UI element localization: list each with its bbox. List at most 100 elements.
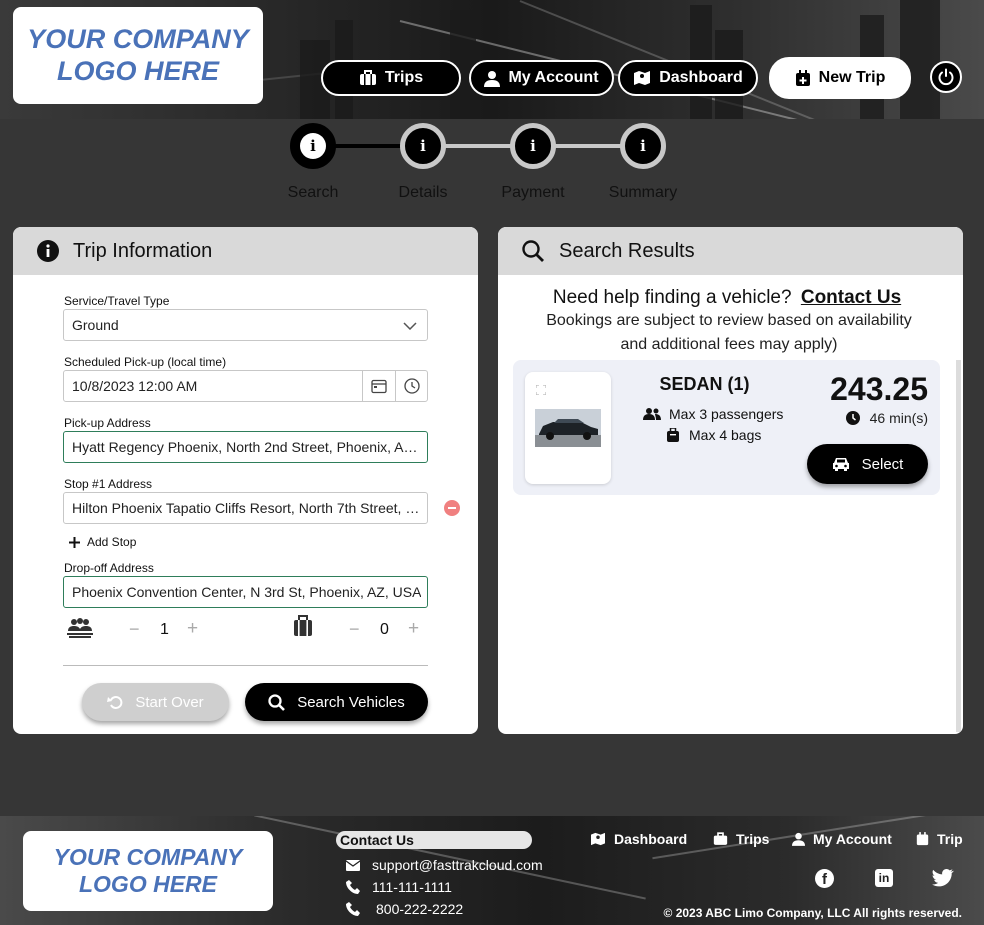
footer-email[interactable]: support@fasttrakcloud.com	[346, 857, 543, 873]
step-label-payment: Payment	[501, 184, 565, 201]
sedan-car-image	[535, 409, 601, 447]
vehicle-card[interactable]: SEDAN (1) Max 3 passengers Max 4 bags 24…	[513, 360, 940, 495]
plus-icon	[69, 536, 80, 548]
step-summary[interactable]: i	[620, 123, 666, 169]
new-trip-label: New Trip	[818, 69, 886, 86]
car-icon	[832, 458, 849, 471]
stop-address-input[interactable]: Hilton Phoenix Tapatio Cliffs Resort, No…	[63, 492, 428, 524]
step-search[interactable]: i	[290, 123, 336, 169]
pickup-time-input[interactable]: 10/8/2023 12:00 AM	[63, 370, 428, 402]
pickup-address-value: Hyatt Regency Phoenix, North 2nd Street,…	[72, 439, 421, 455]
footer-link-trips[interactable]: Trips	[713, 831, 769, 847]
step-label-details: Details	[398, 184, 448, 201]
user-icon	[484, 70, 501, 87]
date-picker-button[interactable]	[362, 371, 395, 401]
add-stop-button[interactable]: Add Stop	[69, 535, 136, 549]
step-label-search: Search	[287, 184, 339, 201]
luggage-count: 0	[380, 621, 389, 638]
chevron-down-icon	[403, 322, 417, 330]
dropoff-address-value: Phoenix Convention Center, N 3rd St, Pho…	[72, 584, 422, 600]
search-vehicles-button[interactable]: Search Vehicles	[245, 683, 428, 721]
expand-icon[interactable]	[536, 385, 546, 395]
footer-link-trips-label: Trips	[736, 831, 770, 847]
footer-link-trip[interactable]: Trip	[916, 831, 963, 847]
help-text-line: Need help finding a vehicle? Contact Us	[498, 287, 956, 309]
remove-stop-button[interactable]	[444, 500, 460, 516]
info-circle-icon	[37, 240, 59, 262]
pickup-address-label: Pick-up Address	[64, 416, 151, 430]
select-vehicle-label: Select	[861, 455, 904, 473]
clock-icon	[403, 378, 420, 394]
footer-link-my-account[interactable]: My Account	[792, 831, 892, 847]
briefcase-icon	[713, 832, 728, 845]
linkedin-icon[interactable]: in	[875, 869, 893, 887]
step-label-summary: Summary	[608, 184, 678, 201]
suitcase-icon	[667, 428, 679, 442]
pickup-address-input[interactable]: Hyatt Regency Phoenix, North 2nd Street,…	[63, 431, 428, 463]
help-text: Need help finding a vehicle?	[552, 287, 792, 308]
nav-trips-button[interactable]: Trips	[321, 60, 461, 96]
luggage-increment[interactable]: +	[408, 618, 419, 640]
footer-phone-2[interactable]: 800-222-2222	[346, 901, 463, 917]
step-details[interactable]: i	[400, 123, 446, 169]
info-icon: i	[410, 133, 436, 159]
footer-copyright: © 2023 ABC Limo Company, LLC All rights …	[663, 906, 962, 920]
footer-phone-1[interactable]: 111-111-1111	[346, 879, 452, 895]
search-icon	[268, 693, 286, 711]
twitter-icon[interactable]	[932, 869, 954, 887]
vehicle-passengers-label: Max 3 passengers	[669, 406, 784, 422]
stop-address-value: Hilton Phoenix Tapatio Cliffs Resort, No…	[72, 500, 421, 516]
footer-logo-line-2: LOGO HERE	[78, 871, 217, 897]
footer-link-dashboard-label: Dashboard	[614, 831, 688, 847]
trip-information-header: Trip Information	[13, 227, 478, 275]
nav-my-account-button[interactable]: My Account	[469, 60, 614, 96]
booking-stepper: i i i i Search Details Payment Summary	[280, 121, 700, 206]
logo-line-1: YOUR COMPANY	[27, 23, 249, 54]
calendar-plus-icon	[795, 69, 810, 86]
service-type-select[interactable]: Ground	[63, 309, 428, 341]
select-vehicle-button[interactable]: Select	[807, 444, 928, 484]
footer-phone-1-text: 111-111-1111	[372, 879, 452, 895]
phone-icon	[346, 880, 360, 894]
booking-notice-2: and additional fees may apply)	[620, 336, 838, 353]
company-logo[interactable]: YOUR COMPANY LOGO HERE	[13, 7, 263, 104]
footer-link-dashboard[interactable]: Dashboard	[590, 831, 687, 847]
nav-dashboard-label: Dashboard	[659, 69, 743, 86]
footer-link-trip-label: Trip	[937, 831, 963, 847]
footer-email-text: support@fasttrakcloud.com	[372, 857, 543, 873]
passengers-icon	[67, 618, 93, 638]
footer-company-logo[interactable]: YOUR COMPANY LOGO HERE	[23, 831, 273, 911]
add-stop-label: Add Stop	[87, 535, 137, 549]
footer-phone-2-text: 800-222-2222	[376, 901, 464, 917]
booking-notice-1: Bookings are subject to review based on …	[546, 312, 912, 329]
nav-dashboard-button[interactable]: Dashboard	[618, 60, 758, 96]
vehicle-bags-label: Max 4 bags	[689, 427, 762, 443]
dropoff-address-input[interactable]: Phoenix Convention Center, N 3rd St, Pho…	[63, 576, 428, 608]
logout-button[interactable]	[930, 61, 962, 93]
results-scrollbar[interactable]	[956, 360, 961, 732]
luggage-decrement[interactable]: −	[349, 619, 363, 640]
new-trip-button[interactable]: New Trip	[769, 57, 911, 99]
footer-contact-title: Contact Us	[336, 831, 532, 849]
facebook-icon[interactable]: f	[815, 869, 834, 888]
vehicle-duration-label: 46 min(s)	[869, 410, 928, 426]
contact-us-link[interactable]: Contact Us	[801, 287, 901, 308]
service-type-value: Ground	[72, 317, 119, 333]
users-icon	[643, 408, 661, 420]
time-picker-button[interactable]	[395, 371, 427, 401]
start-over-label: Start Over	[135, 693, 204, 711]
search-results-title: Search Results	[559, 239, 695, 262]
info-icon: i	[300, 133, 326, 159]
passengers-decrement[interactable]: −	[129, 619, 143, 640]
vehicle-image-frame[interactable]	[525, 372, 611, 484]
passengers-increment[interactable]: +	[187, 618, 198, 640]
clock-icon	[845, 411, 860, 425]
vehicle-price: 243.25	[830, 371, 928, 407]
nav-my-account-label: My Account	[508, 69, 599, 86]
step-payment[interactable]: i	[510, 123, 556, 169]
divider	[63, 665, 428, 666]
pickup-time-label: Scheduled Pick-up (local time)	[64, 355, 227, 369]
phone-icon	[346, 902, 360, 916]
start-over-button[interactable]: Start Over	[82, 683, 229, 721]
briefcase-icon	[359, 70, 376, 85]
